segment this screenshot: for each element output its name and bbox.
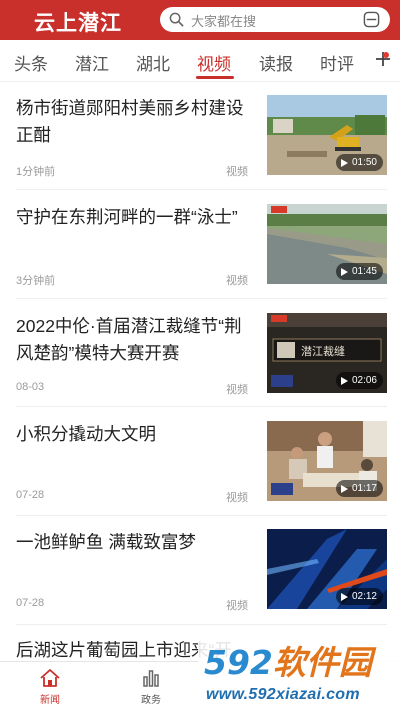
watermark-logo-text: 软件园 — [272, 643, 372, 682]
active-tab-indicator — [196, 76, 234, 79]
item-title[interactable]: 一池鲜鲈鱼 满载致富梦 — [16, 529, 256, 556]
app-logo[interactable]: 云上潜江 — [34, 7, 122, 37]
divider — [16, 515, 387, 516]
tab-newspaper[interactable]: 读报 — [259, 50, 293, 75]
play-icon — [340, 592, 348, 601]
tab-headlines[interactable]: 头条 — [14, 50, 48, 75]
video-thumbnail[interactable]: 02:12 — [267, 529, 387, 609]
scan-icon[interactable] — [363, 11, 380, 28]
duration-badge: 02:12 — [335, 588, 383, 605]
item-type: 视频 — [226, 275, 248, 287]
search-bar[interactable]: 大家都在搜 — [160, 7, 390, 32]
list-item[interactable]: 2022中伦·首届潜江裁缝节“荆风楚韵”模特大赛开赛 08-03 视频 潜江裁缝… — [0, 313, 400, 421]
watermark: 592软件园 www.592xiazai.com — [198, 640, 400, 711]
tab-commentary[interactable]: 时评 — [320, 50, 354, 75]
watermark-url: www.592xiazai.com — [206, 686, 360, 703]
play-icon — [340, 376, 348, 385]
list-item[interactable]: 守护在东荆河畔的一群“泳士” 3分钟前 视频 01:45 — [0, 204, 400, 312]
item-title[interactable]: 小积分撬动大文明 — [16, 421, 256, 448]
nav-news[interactable]: 新闻 — [20, 668, 80, 706]
item-type: 视频 — [226, 492, 248, 504]
tab-hubei[interactable]: 湖北 — [136, 50, 170, 75]
divider — [16, 624, 387, 625]
app-header: 云上潜江 大家都在搜 — [0, 0, 400, 40]
duration-badge: 02:06 — [335, 372, 383, 389]
item-title[interactable]: 守护在东荆河畔的一群“泳士” — [16, 204, 256, 231]
list-item[interactable]: 杨市街道郧阳村美丽乡村建设正酣 1分钟前 视频 01:50 — [0, 95, 400, 203]
nav-government-label: 政务 — [141, 695, 161, 706]
duration-badge: 01:17 — [335, 480, 383, 497]
item-time: 07-28 — [16, 597, 45, 609]
duration-badge: 01:45 — [335, 263, 383, 280]
play-icon — [340, 267, 348, 276]
channel-tabs: 头条 潜江 湖北 视频 读报 时评 — [0, 40, 400, 82]
watermark-logo: 592软件园 — [204, 640, 372, 686]
item-time: 07-28 — [16, 489, 45, 501]
duration-text: 02:12 — [351, 591, 377, 602]
video-thumbnail[interactable]: 01:45 — [267, 204, 387, 284]
tab-video[interactable]: 视频 — [197, 50, 231, 75]
item-type: 视频 — [226, 600, 248, 612]
item-title[interactable]: 杨市街道郧阳村美丽乡村建设正酣 — [16, 95, 256, 149]
duration-text: 01:45 — [351, 266, 377, 277]
video-thumbnail[interactable]: 01:17 — [267, 421, 387, 501]
item-type: 视频 — [226, 384, 248, 396]
item-time: 1分钟前 — [16, 166, 56, 178]
duration-badge: 01:50 — [335, 154, 383, 171]
tab-qianjiang[interactable]: 潜江 — [75, 50, 109, 75]
home-icon — [40, 669, 60, 687]
item-type: 视频 — [226, 166, 248, 178]
search-icon — [169, 12, 184, 27]
duration-text: 01:17 — [351, 483, 377, 494]
play-icon — [340, 484, 348, 493]
divider — [16, 298, 387, 299]
divider — [16, 189, 387, 190]
overlay-text: 潜江裁缝 — [301, 344, 345, 358]
play-icon — [340, 158, 348, 167]
notification-dot — [383, 52, 389, 58]
item-title[interactable]: 2022中伦·首届潜江裁缝节“荆风楚韵”模特大赛开赛 — [16, 313, 256, 367]
watermark-logo-number: 592 — [204, 643, 273, 682]
divider — [16, 406, 387, 407]
search-placeholder: 大家都在搜 — [191, 14, 257, 29]
nav-news-label: 新闻 — [40, 695, 60, 706]
bar-chart-icon — [143, 670, 159, 687]
nav-government[interactable]: 政务 — [121, 668, 181, 706]
list-item[interactable]: 一池鲜鲈鱼 满载致富梦 07-28 视频 02:12 — [0, 529, 400, 637]
item-time: 3分钟前 — [16, 275, 56, 287]
duration-text: 02:06 — [351, 375, 377, 386]
duration-text: 01:50 — [351, 157, 377, 168]
video-thumbnail[interactable]: 01:50 — [267, 95, 387, 175]
video-thumbnail[interactable]: 潜江裁缝 02:06 — [267, 313, 387, 393]
item-time: 08-03 — [16, 381, 45, 393]
list-item[interactable]: 小积分撬动大文明 07-28 视频 01:17 — [0, 421, 400, 529]
